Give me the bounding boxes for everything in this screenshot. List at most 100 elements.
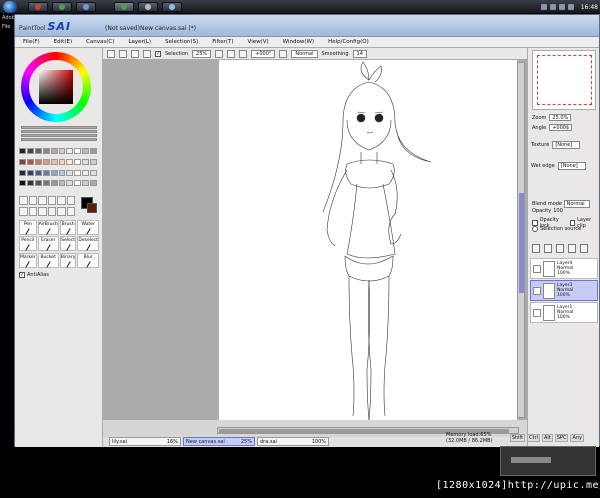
taskbar-button-2[interactable] xyxy=(52,2,72,12)
brush-water[interactable]: Water xyxy=(77,220,99,235)
doc-tab-dra[interactable]: dra.sai 100% xyxy=(257,437,329,446)
smoothing-field[interactable]: 14 xyxy=(352,49,367,58)
eyedropper-icon[interactable] xyxy=(47,206,56,216)
tray-icon[interactable] xyxy=(549,4,556,10)
brush-bucket[interactable]: Bucket xyxy=(37,252,59,268)
taskbar-button-3[interactable] xyxy=(76,2,96,12)
color-swatch[interactable] xyxy=(50,158,58,165)
menu-help[interactable]: Help/Config(O) xyxy=(320,37,375,47)
drawing-canvas[interactable] xyxy=(219,60,517,420)
brush-blur[interactable]: Blur xyxy=(77,252,99,268)
lasso-tool-icon[interactable] xyxy=(57,196,66,205)
color-swatch[interactable] xyxy=(26,158,34,165)
zoom-tool-icon[interactable] xyxy=(28,196,37,205)
brush-brush[interactable]: Brush xyxy=(59,220,77,235)
swap-icon[interactable] xyxy=(57,206,66,216)
layer-item-layer3[interactable]: Layer3 Normal 100% xyxy=(530,280,598,301)
brush-binary[interactable]: Binary xyxy=(59,252,77,268)
opacity-row[interactable]: Opacity 100 xyxy=(532,208,563,214)
selection-source-option[interactable]: Selection source xyxy=(532,226,581,232)
texture-select[interactable]: [None] xyxy=(552,141,581,149)
deselect-icon[interactable] xyxy=(131,49,139,58)
color-swatch[interactable] xyxy=(19,180,26,187)
rotate-tool-icon[interactable] xyxy=(38,196,47,205)
color-swatch[interactable] xyxy=(42,148,50,154)
magic-wand-icon[interactable] xyxy=(66,196,75,205)
color-swatch[interactable] xyxy=(58,180,66,187)
hand-tool-icon[interactable] xyxy=(47,196,56,205)
color-swatch[interactable] xyxy=(58,169,66,176)
tray-icon[interactable] xyxy=(540,4,547,10)
doc-tab-lily[interactable]: lily.sai 16% xyxy=(109,437,181,446)
color-swatch[interactable] xyxy=(58,158,66,165)
zoom-out-icon[interactable] xyxy=(215,49,224,58)
navigator-preview[interactable] xyxy=(532,50,596,110)
saturation-value-square[interactable] xyxy=(39,70,73,104)
color-swatch[interactable] xyxy=(90,169,97,176)
nav-zoom-value[interactable]: 25.0% xyxy=(549,114,572,121)
brush-deselect[interactable]: Deselect xyxy=(77,236,99,252)
blend-field[interactable]: Normal xyxy=(291,49,318,58)
zoom-reset-icon[interactable] xyxy=(239,49,248,58)
color-swatch[interactable] xyxy=(90,158,97,165)
tray-icon[interactable] xyxy=(558,4,565,10)
background-color[interactable] xyxy=(87,203,97,213)
color-swatch[interactable] xyxy=(90,148,97,154)
visibility-eye-icon[interactable] xyxy=(533,286,541,295)
vertical-scrollbar[interactable] xyxy=(517,62,525,418)
color-swatch[interactable] xyxy=(82,158,90,165)
nav-angle-value[interactable]: +000$ xyxy=(549,124,573,131)
selection-checkbox[interactable] xyxy=(155,50,161,57)
copy-layer-icon[interactable] xyxy=(568,244,576,253)
brush-eraser[interactable]: Eraser xyxy=(37,236,59,252)
rect-select-icon[interactable] xyxy=(19,206,28,216)
merge-down-icon[interactable] xyxy=(580,244,588,253)
zoom-field[interactable]: 25% xyxy=(192,49,212,58)
canvas-area[interactable] xyxy=(103,60,527,420)
menu-view[interactable]: View(V) xyxy=(240,37,275,47)
color-swatch[interactable] xyxy=(19,148,26,154)
undo-icon[interactable] xyxy=(107,49,115,58)
color-swatch[interactable] xyxy=(42,180,50,187)
redo-icon[interactable] xyxy=(119,49,127,58)
tray-icon[interactable] xyxy=(567,4,574,10)
brush-pen[interactable]: Pen xyxy=(19,220,37,235)
color-swatch[interactable] xyxy=(50,180,58,187)
invert-selection-icon[interactable] xyxy=(143,49,151,58)
color-swatch[interactable] xyxy=(58,148,66,154)
menu-filter[interactable]: Filter(T) xyxy=(204,37,239,47)
color-swatch[interactable] xyxy=(82,148,90,154)
color-swatch[interactable] xyxy=(66,180,74,187)
taskbar-button-6[interactable] xyxy=(162,2,182,12)
clock[interactable]: 16:48 xyxy=(577,4,598,11)
color-swatch[interactable] xyxy=(50,169,58,176)
color-swatch[interactable] xyxy=(34,169,42,176)
color-swatch[interactable] xyxy=(26,169,34,176)
navigator-viewport[interactable] xyxy=(537,55,592,105)
color-swatch[interactable] xyxy=(66,148,74,154)
menu-canvas[interactable]: Canvas(C) xyxy=(78,37,120,47)
visibility-eye-icon[interactable] xyxy=(533,264,541,273)
new-folder-icon[interactable] xyxy=(556,244,564,253)
color-swatch[interactable] xyxy=(50,148,58,154)
menu-layer[interactable]: Layer(L) xyxy=(120,37,157,47)
color-swatch[interactable] xyxy=(66,158,74,165)
move-tool-icon[interactable] xyxy=(19,196,28,205)
color-swatch[interactable] xyxy=(74,148,82,154)
color-swatch[interactable] xyxy=(74,169,82,176)
selection-source-radio[interactable] xyxy=(532,226,538,232)
flip-icon[interactable] xyxy=(279,49,288,58)
color-swatch[interactable] xyxy=(34,158,42,165)
zoom-in-icon[interactable] xyxy=(227,49,236,58)
layer-item-layer1[interactable]: Layer1 Normal 100% xyxy=(530,302,598,323)
color-swatch[interactable] xyxy=(19,169,26,176)
brush-airbrush[interactable]: AirBrush xyxy=(37,220,59,235)
color-swatch[interactable] xyxy=(26,148,34,154)
brush-pencil[interactable]: Pencil xyxy=(19,236,37,252)
brush-marker[interactable]: Marker xyxy=(19,252,37,268)
wet-edge-select[interactable]: [None] xyxy=(557,162,586,170)
new-linework-icon[interactable] xyxy=(544,244,552,253)
window-titlebar[interactable]: PaintTool SAI (Not saved)New canvas.sai … xyxy=(15,15,599,37)
color-swatch[interactable] xyxy=(26,180,34,187)
menu-selection[interactable]: Selection(S) xyxy=(157,37,204,47)
